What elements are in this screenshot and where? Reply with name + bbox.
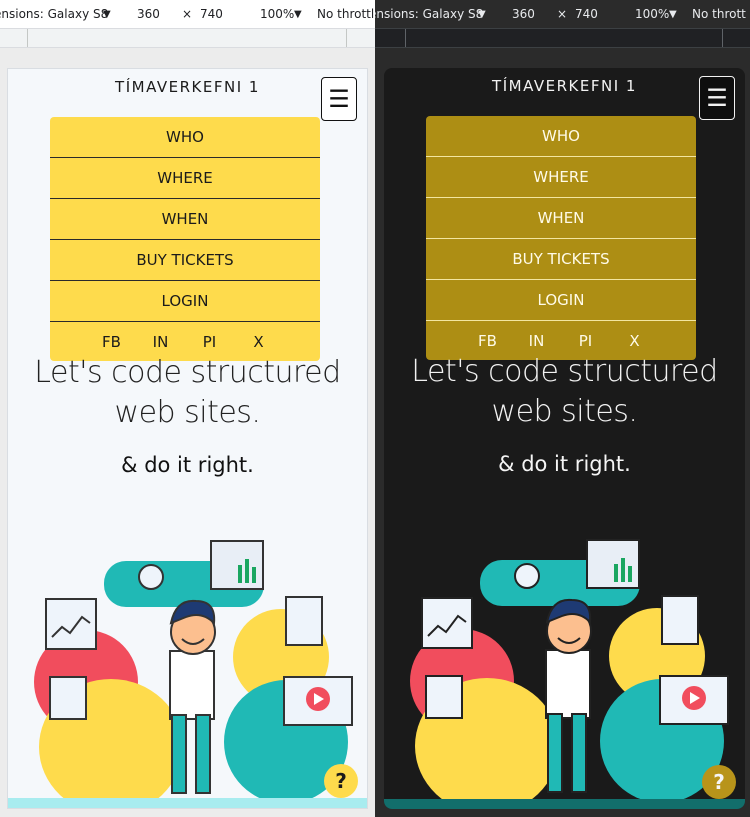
menu-item-who[interactable]: WHO [50,117,320,158]
hero-line-1: Let's code structured [411,354,718,389]
hero-line-2: web sites. [491,394,638,429]
width-input[interactable]: 360 [512,7,535,21]
times-icon: × [182,7,193,21]
hamburger-menu-button[interactable]: ☰ [699,76,735,120]
site-title[interactable]: TÍMAVERKEFNI 1 [8,78,367,96]
devtools-toolbar: ensions: Galaxy S8 ▼ 360 × 740 100% ▼ No… [375,0,750,28]
social-link-x[interactable]: X [610,332,659,350]
media-query-ruler [375,28,750,48]
social-link-pi[interactable]: PI [185,333,234,351]
help-button[interactable]: ? [324,764,358,798]
menu-item-who[interactable]: WHO [426,116,696,157]
menu-item-where[interactable]: WHERE [426,157,696,198]
social-link-in[interactable]: IN [136,333,185,351]
help-button[interactable]: ? [702,765,736,799]
multitasking-developer-illustration [34,540,353,807]
hero-heading: Let's code structured web sites. [384,352,745,432]
height-input[interactable]: 740 [200,7,223,21]
ruler-tick [346,29,347,47]
social-link-in[interactable]: IN [512,332,561,350]
nav-menu: WHO WHERE WHEN BUY TICKETS LOGIN FB IN P… [426,116,696,360]
device-dimensions-select[interactable]: ensions: Galaxy S8 [0,7,108,21]
width-input[interactable]: 360 [137,7,160,21]
menu-item-login[interactable]: LOGIN [50,281,320,322]
zoom-select[interactable]: 100% [635,7,669,21]
device-viewport: TÍMAVERKEFNI 1 ☰ WHO WHERE WHEN BUY TICK… [384,68,745,809]
multitasking-developer-illustration [410,539,729,806]
footer-strip [8,798,367,808]
ruler-tick [27,29,28,47]
hamburger-icon: ☰ [328,85,350,113]
light-mode-preview: ensions: Galaxy S8 ▼ 360 × 740 100% ▼ No… [0,0,375,817]
ruler-tick [405,29,406,47]
menu-item-login[interactable]: LOGIN [426,280,696,321]
hero-line-2: web sites. [114,395,261,430]
menu-item-when[interactable]: WHEN [50,199,320,240]
social-link-pi[interactable]: PI [561,332,610,350]
ruler-tick [722,29,723,47]
footer-strip [384,799,745,809]
media-query-ruler [0,28,375,48]
throttling-select[interactable]: No throttli [317,7,375,21]
hamburger-icon: ☰ [706,84,728,112]
height-input[interactable]: 740 [575,7,598,21]
menu-item-buy-tickets[interactable]: BUY TICKETS [426,239,696,280]
hero-subheading: & do it right. [121,453,254,477]
menu-item-buy-tickets[interactable]: BUY TICKETS [50,240,320,281]
hero-subheading: & do it right. [498,452,631,476]
hero-line-1: Let's code structured [34,355,341,390]
social-link-fb[interactable]: FB [87,333,136,351]
chevron-down-icon[interactable]: ▼ [294,9,302,20]
hamburger-menu-button[interactable]: ☰ [321,77,357,121]
chevron-down-icon[interactable]: ▼ [669,9,677,20]
times-icon: × [557,7,568,21]
question-icon: ? [335,769,347,793]
menu-item-where[interactable]: WHERE [50,158,320,199]
site-title[interactable]: TÍMAVERKEFNI 1 [384,77,745,95]
chevron-down-icon[interactable]: ▼ [478,9,486,20]
device-dimensions-select[interactable]: ensions: Galaxy S8 [375,7,483,21]
devtools-toolbar: ensions: Galaxy S8 ▼ 360 × 740 100% ▼ No… [0,0,375,28]
nav-menu: WHO WHERE WHEN BUY TICKETS LOGIN FB IN P… [50,117,320,361]
chevron-down-icon[interactable]: ▼ [103,9,111,20]
throttling-select[interactable]: No thrott [692,7,746,21]
zoom-select[interactable]: 100% [260,7,294,21]
social-link-fb[interactable]: FB [463,332,512,350]
social-link-x[interactable]: X [234,333,283,351]
question-icon: ? [713,770,725,794]
menu-item-when[interactable]: WHEN [426,198,696,239]
device-viewport: TÍMAVERKEFNI 1 ☰ WHO WHERE WHEN BUY TICK… [7,68,368,809]
dark-mode-preview: ensions: Galaxy S8 ▼ 360 × 740 100% ▼ No… [375,0,750,817]
hero-heading: Let's code structured web sites. [8,353,367,433]
